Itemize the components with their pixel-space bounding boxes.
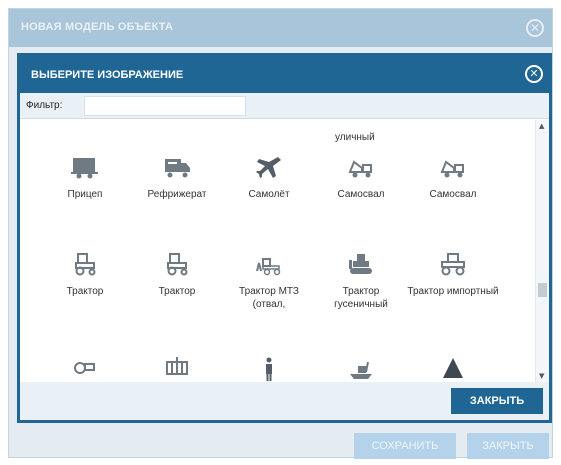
filter-input[interactable]: [84, 96, 246, 116]
image-item-label: Трактор гусеничный: [334, 286, 388, 310]
image-item[interactable]: [315, 356, 407, 382]
dialog-footer: ЗАКРЫТЬ: [20, 382, 549, 420]
tractor-icon: [74, 362, 95, 374]
image-item-label: Прицеп: [67, 189, 103, 200]
pedestrian-icon: [266, 357, 272, 381]
image-item-label: Рефрижерат: [147, 189, 207, 200]
image-item[interactable]: [39, 356, 131, 382]
image-item[interactable]: Трактор МТЗ (отвал,: [223, 251, 315, 341]
image-item-label: Трактор МТЗ (отвал,: [239, 286, 299, 310]
image-item[interactable]: Трактор: [131, 251, 223, 341]
image-item[interactable]: Прицеп: [39, 154, 131, 244]
image-item-label: Трактор: [66, 286, 104, 297]
image-item[interactable]: Самосвал: [407, 154, 499, 244]
filter-bar: Фильтр:: [20, 93, 549, 119]
filter-label: Фильтр:: [26, 100, 63, 111]
grid-scrollbar[interactable]: ▲ ▼: [535, 120, 549, 382]
tram-icon: [166, 357, 188, 375]
scroll-up-icon[interactable]: ▲: [539, 122, 544, 130]
dialog-title: ВЫБЕРИТЕ ИЗОБРАЖЕНИЕ: [31, 69, 184, 81]
tractor-icon: [167, 253, 188, 276]
crawler-tractor-icon: [349, 254, 372, 274]
image-item[interactable]: Рефрижерат: [131, 154, 223, 244]
airplane-icon: [256, 157, 281, 178]
image-item[interactable]: [223, 356, 315, 382]
tractor-blade-icon: [256, 258, 281, 276]
imported-tractor-icon: [441, 253, 465, 276]
image-item-label: Трактор: [158, 286, 196, 297]
dialog-header: ВЫБЕРИТЕ ИЗОБРАЖЕНИЕ ✕: [20, 56, 549, 93]
outer-dialog-title: НОВАЯ МОДЕЛЬ ОБЪЕКТА: [21, 21, 174, 33]
scrollbar-thumb[interactable]: [538, 283, 547, 297]
trailer-icon: [71, 158, 98, 179]
dump-truck-icon: [348, 160, 372, 178]
image-item[interactable]: [131, 356, 223, 382]
outer-dialog-header: НОВАЯ МОДЕЛЬ ОБЪЕКТА ✕: [9, 9, 552, 47]
image-item[interactable]: Трактор: [39, 251, 131, 341]
outer-close-button[interactable]: ЗАКРЫТЬ: [467, 433, 549, 459]
outer-save-button[interactable]: СОХРАНИТЬ: [354, 433, 456, 459]
boat-icon: [350, 361, 372, 379]
partial-item-label: уличный: [335, 132, 375, 143]
image-item-label: Самосвал: [429, 189, 477, 200]
image-item-label: Самолёт: [248, 189, 290, 200]
close-button[interactable]: ЗАКРЫТЬ: [451, 388, 543, 414]
refrigerator-truck-icon: [165, 159, 190, 178]
image-item[interactable]: Самолёт: [223, 154, 315, 244]
image-item[interactable]: Трактор гусеничный: [315, 251, 407, 341]
scroll-down-icon[interactable]: ▼: [539, 372, 544, 380]
image-grid: уличный Прицеп Рефрижерат Самолёт Самосв…: [20, 120, 535, 382]
tractor-icon: [75, 253, 96, 276]
image-item[interactable]: Самосвал: [315, 154, 407, 244]
image-item-label: Трактор импортный: [407, 286, 499, 297]
outer-close-icon[interactable]: ✕: [526, 19, 544, 37]
image-item[interactable]: [407, 356, 499, 382]
image-picker-dialog: ВЫБЕРИТЕ ИЗОБРАЖЕНИЕ ✕ Фильтр: уличный П…: [17, 53, 552, 423]
warning-cone-icon: [443, 358, 463, 378]
image-item[interactable]: Трактор импортный: [407, 251, 499, 341]
dump-truck-icon: [440, 160, 464, 178]
image-item-label: Самосвал: [337, 189, 385, 200]
close-icon[interactable]: ✕: [525, 65, 543, 83]
